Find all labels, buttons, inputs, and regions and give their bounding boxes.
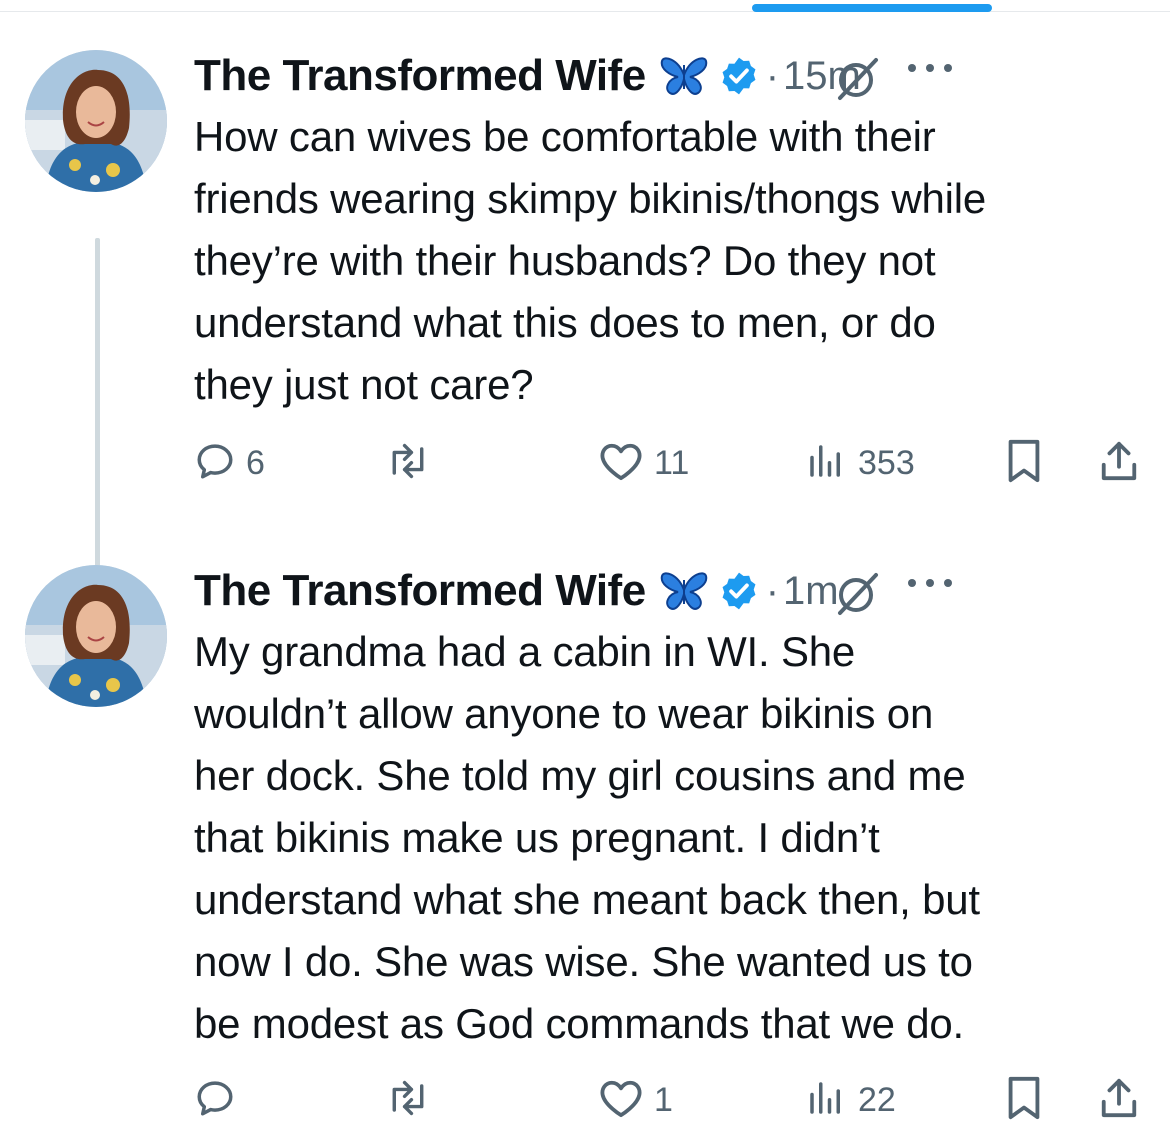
like-count: 1 [654,1080,673,1119]
like-button[interactable]: 1 [598,1070,673,1130]
bookmark-button[interactable] [1004,1070,1044,1130]
share-button[interactable] [1098,1070,1140,1130]
share-button[interactable] [1098,433,1140,493]
reply-icon [194,1077,236,1124]
reply-button[interactable]: 6 [194,433,265,493]
tweet-text: How can wives be comfortable with their … [194,113,987,408]
separator-dot: · [765,53,780,98]
share-icon [1098,438,1140,489]
grok-icon[interactable] [832,567,884,624]
heart-icon [598,1077,644,1124]
repost-button[interactable] [384,433,442,493]
tweet-actions: 1 22 [194,1070,1154,1130]
tab-indicator [752,4,992,12]
grok-icon[interactable] [832,52,884,109]
bookmark-icon [1004,1075,1044,1126]
butterfly-emoji-icon [660,55,708,97]
avatar[interactable] [25,50,167,192]
views-icon [804,440,848,487]
heart-icon [598,440,644,487]
tweet-header: The Transformed Wife · 1m [194,561,1154,621]
reply-icon [194,440,236,487]
separator-dot: · [765,568,780,613]
reply-count: 6 [246,443,265,482]
bookmark-button[interactable] [1004,433,1044,493]
butterfly-emoji-icon [660,570,708,612]
author-name[interactable]: The Transformed Wife [194,51,646,101]
author-name[interactable]: The Transformed Wife [194,566,646,616]
repost-button[interactable] [384,1070,442,1130]
reply-button[interactable] [194,1070,246,1130]
avatar[interactable] [25,565,167,707]
like-count: 11 [654,443,690,482]
thread-connector [95,238,100,596]
views-button[interactable]: 353 [804,433,915,493]
top-divider [0,11,1170,12]
views-button[interactable]: 22 [804,1070,896,1130]
bookmark-icon [1004,438,1044,489]
verified-badge-icon [718,570,760,612]
tweet-actions: 6 11 353 [194,433,1154,493]
verified-badge-icon [718,55,760,97]
repost-icon [384,440,432,487]
views-count: 353 [858,443,915,482]
more-icon[interactable] [905,58,955,83]
like-button[interactable]: 11 [598,433,689,493]
views-icon [804,1077,848,1124]
tweet-header: The Transformed Wife · 15m [194,46,1154,106]
more-icon[interactable] [905,573,955,598]
timestamp[interactable]: 1m [783,569,839,614]
tweet-text: My grandma had a cabin in WI. She wouldn… [194,628,980,1047]
views-count: 22 [858,1080,896,1119]
share-icon [1098,1075,1140,1126]
repost-icon [384,1077,432,1124]
